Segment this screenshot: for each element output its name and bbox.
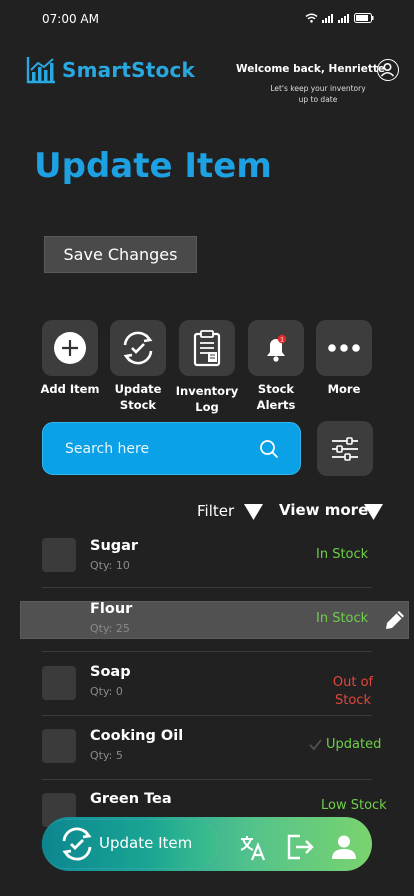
chart-logo-icon: [26, 57, 55, 84]
item-thumbnail: [42, 538, 76, 572]
more-button[interactable]: [316, 320, 372, 376]
save-changes-button[interactable]: Save Changes: [44, 236, 197, 273]
check-icon: [309, 739, 322, 751]
update-stock-label-2: Stock: [119, 398, 157, 412]
logout-icon[interactable]: [286, 834, 314, 860]
search-icon[interactable]: [259, 439, 279, 459]
app-name: SmartStock: [62, 58, 196, 82]
item-thumbnail-wrap: [42, 602, 76, 636]
user-profile-icon[interactable]: [331, 834, 357, 860]
page-title: Update Item: [34, 146, 272, 186]
inventory-log-label-1: Inventory: [175, 384, 239, 398]
item-qty: Qty: 0: [90, 685, 123, 698]
table-row[interactable]: [42, 538, 76, 572]
status-badge-line-1: Out of: [332, 675, 374, 690]
item-name: Sugar: [90, 538, 139, 554]
signal-icon: [322, 14, 333, 23]
filter-dropdown[interactable]: Filter: [197, 502, 234, 520]
item-thumbnail: [42, 666, 76, 700]
divider: [42, 587, 372, 588]
more-dots-icon: [328, 344, 360, 352]
stock-alerts-label-1: Stock: [257, 382, 295, 396]
translate-icon[interactable]: [239, 834, 267, 862]
divider: [42, 715, 372, 716]
item-name: Soap: [90, 664, 131, 680]
welcome-text: Welcome back, Henriette: [236, 63, 385, 75]
status-badge-line-2: Stock: [335, 693, 371, 708]
item-name: Cooking Oil: [90, 728, 184, 744]
item-qty: Qty: 25: [90, 622, 130, 635]
chevron-down-icon[interactable]: [364, 504, 383, 520]
stock-alerts-button[interactable]: 1: [248, 320, 304, 376]
filter-settings-button[interactable]: [317, 421, 373, 476]
edit-pencil-icon[interactable]: [382, 607, 408, 633]
item-thumbnail: [42, 729, 76, 763]
divider: [42, 651, 372, 652]
item-qty: Qty: 5: [90, 749, 123, 762]
status-icons: [305, 13, 374, 23]
alert-badge-count: 1: [280, 337, 284, 344]
signal-icon-2: [338, 14, 349, 23]
sliders-icon: [332, 436, 358, 461]
item-name: Flour: [90, 601, 133, 617]
status-badge: Low Stock: [321, 798, 387, 813]
wifi-icon: [305, 13, 318, 23]
stock-alerts-label-2: Alerts: [256, 398, 296, 412]
table-row[interactable]: [42, 729, 76, 763]
item-thumbnail: [42, 602, 76, 636]
update-stock-label-1: Update: [114, 382, 162, 396]
profile-avatar-button[interactable]: [377, 59, 399, 81]
bell-icon: 1: [267, 334, 287, 362]
update-stock-button[interactable]: [110, 320, 166, 376]
status-badge: In Stock: [316, 547, 369, 562]
item-qty: Qty: 10: [90, 559, 130, 572]
user-icon: [380, 62, 395, 77]
inventory-log-label-2: Log: [195, 400, 219, 414]
item-name: Green Tea: [90, 791, 172, 807]
add-item-button[interactable]: [42, 320, 98, 376]
more-label: More: [327, 382, 361, 396]
refresh-check-icon: [62, 827, 92, 861]
view-more-dropdown[interactable]: View more: [279, 501, 368, 519]
clipboard-icon: [193, 330, 221, 367]
search-placeholder: Search here: [65, 441, 150, 457]
plus-circle-icon: [54, 332, 86, 364]
add-item-label: Add Item: [40, 382, 100, 396]
chevron-down-icon[interactable]: [244, 504, 263, 520]
battery-icon: [354, 13, 374, 23]
table-row[interactable]: [42, 666, 76, 700]
status-badge: In Stock: [316, 611, 369, 626]
status-time: 07:00 AM: [42, 12, 99, 26]
update-item-nav-label: Update Item: [99, 834, 193, 852]
inventory-log-button[interactable]: [179, 320, 235, 376]
app-logo: SmartStock: [26, 56, 195, 84]
status-badge: Updated: [326, 737, 382, 752]
welcome-subtitle: Let's keep your inventory up to date: [270, 84, 366, 104]
refresh-check-icon: [123, 331, 153, 365]
divider: [42, 779, 372, 780]
